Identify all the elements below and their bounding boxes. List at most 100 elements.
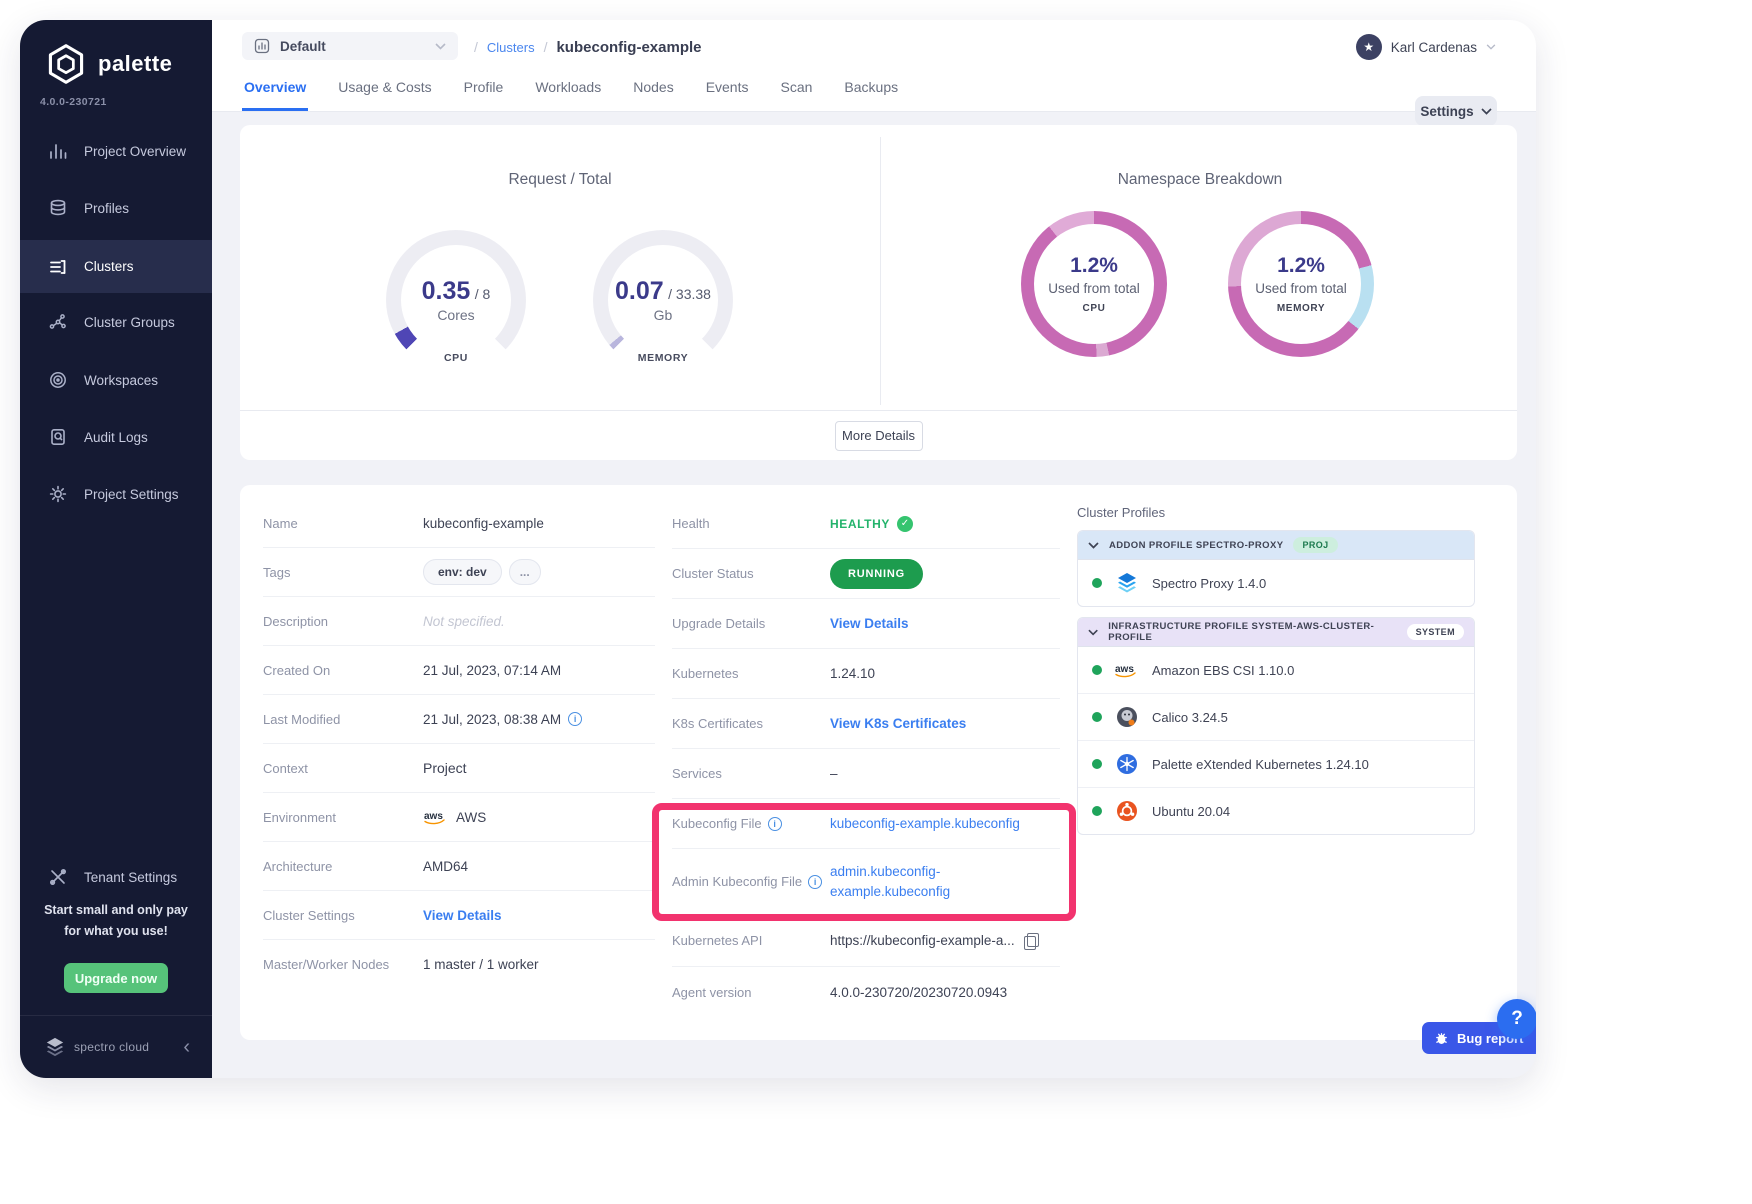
cpu-request-gauge: 0.35 / 8 Cores CPU xyxy=(386,230,526,370)
row-label: Master/Worker Nodes xyxy=(263,957,423,972)
project-selector[interactable]: Default xyxy=(242,32,458,60)
user-menu[interactable]: ★ Karl Cardenas xyxy=(1356,34,1496,60)
copy-icon[interactable] xyxy=(1022,931,1040,951)
cpu-unit: Cores xyxy=(437,307,474,323)
cluster-name-value: kubeconfig-example xyxy=(423,516,544,531)
sidebar-item-label: Cluster Groups xyxy=(84,315,175,330)
row-label: Architecture xyxy=(263,859,423,874)
addon-profile-header[interactable]: ADDON PROFILE SPECTRO-PROXY PROJ xyxy=(1078,531,1474,559)
profile-layer-ubuntu[interactable]: Ubuntu 20.04 xyxy=(1078,787,1474,834)
services-value: – xyxy=(830,766,838,781)
breadcrumb: / Clusters / kubeconfig-example xyxy=(474,36,702,58)
tab-backups[interactable]: Backups xyxy=(842,69,900,111)
info-icon[interactable]: i xyxy=(568,712,582,726)
architecture-value: AMD64 xyxy=(423,859,468,874)
tag-overflow-chip[interactable]: ... xyxy=(509,559,541,585)
collapse-sidebar-icon[interactable]: ‹ xyxy=(183,1037,190,1057)
sidebar-item-project-settings[interactable]: Project Settings xyxy=(20,472,212,516)
breadcrumb-clusters-link[interactable]: Clusters xyxy=(487,40,535,55)
profile-layer-name: Spectro Proxy 1.4.0 xyxy=(1152,576,1266,591)
infrastructure-profile-header[interactable]: INFRASTRUCTURE PROFILE SYSTEM-AWS-CLUSTE… xyxy=(1078,618,1474,646)
details-left-column: Name kubeconfig-example Tags env: dev ..… xyxy=(263,499,655,989)
sidebar-item-label: Workspaces xyxy=(84,373,158,388)
help-button[interactable]: ? xyxy=(1497,999,1536,1039)
kubeconfig-file-link[interactable]: kubeconfig-example.kubeconfig xyxy=(830,816,1020,831)
detail-row-upgrade-details: Upgrade Details View Details xyxy=(672,599,1060,649)
tab-nodes[interactable]: Nodes xyxy=(631,69,675,111)
sidebar-item-audit-logs[interactable]: Audit Logs xyxy=(20,415,212,459)
header: Default / Clusters / kubeconfig-example … xyxy=(212,20,1536,112)
tab-events[interactable]: Events xyxy=(704,69,751,111)
profile-layer-calico[interactable]: Calico 3.24.5 xyxy=(1078,693,1474,740)
info-icon[interactable]: i xyxy=(808,875,822,889)
profile-layer-spectro-proxy[interactable]: Spectro Proxy 1.4.0 xyxy=(1078,559,1474,606)
memory-gauge-value-row: 0.07 / 33.38 xyxy=(615,277,711,306)
memory-unit: Gb xyxy=(654,307,673,323)
upgrade-promo: Start small and only pay for what you us… xyxy=(20,900,212,942)
bar-chart-icon xyxy=(48,141,68,161)
details-middle-column: Health HEALTHY ✓ Cluster Status RUNNING … xyxy=(672,499,1060,1017)
kubernetes-logo-icon xyxy=(1114,753,1140,775)
status-dot xyxy=(1092,665,1102,675)
row-label: Admin Kubeconfig File xyxy=(672,874,802,889)
sidebar-item-clusters[interactable]: Clusters xyxy=(20,240,212,293)
upgrade-now-button[interactable]: Upgrade now xyxy=(64,963,168,993)
running-status-badge[interactable]: RUNNING xyxy=(830,559,923,589)
sidebar-item-profiles[interactable]: Profiles xyxy=(20,186,212,230)
logo-text: palette xyxy=(98,51,172,77)
profile-layer-palette-extended-kubernetes[interactable]: Palette eXtended Kubernetes 1.24.10 xyxy=(1078,740,1474,787)
question-mark-glyph: ? xyxy=(1511,1008,1523,1029)
settings-button[interactable]: Settings xyxy=(1415,96,1497,126)
tab-profile[interactable]: Profile xyxy=(462,69,506,111)
admin-kubeconfig-file-link[interactable]: admin.kubeconfig-example.kubeconfig xyxy=(830,862,1005,902)
project-selector-value: Default xyxy=(280,39,425,54)
info-icon[interactable]: i xyxy=(768,817,782,831)
cpu-total-value: 8 xyxy=(483,286,491,302)
metrics-card-footer: More Details xyxy=(240,410,1517,460)
gear-icon xyxy=(48,484,68,504)
project-scope-icon xyxy=(254,38,270,54)
detail-row-name: Name kubeconfig-example xyxy=(263,499,655,548)
memory-request-gauge: 0.07 / 33.38 Gb MEMORY xyxy=(593,230,733,370)
context-value: Project xyxy=(423,760,467,776)
sidebar-item-project-overview[interactable]: Project Overview xyxy=(20,129,212,173)
detail-row-k8s-certificates: K8s Certificates View K8s Certificates xyxy=(672,699,1060,749)
tab-overview[interactable]: Overview xyxy=(242,69,308,111)
sidebar-item-cluster-groups[interactable]: Cluster Groups xyxy=(20,300,212,344)
svg-text:aws: aws xyxy=(424,811,443,822)
profile-layer-name: Calico 3.24.5 xyxy=(1152,710,1228,725)
sidebar-footer: spectro cloud ‹ xyxy=(20,1015,212,1078)
sidebar-item-label: Profiles xyxy=(84,201,129,216)
sidebar-item-workspaces[interactable]: Workspaces xyxy=(20,358,212,402)
network-icon xyxy=(48,312,68,332)
description-value: Not specified. xyxy=(423,614,505,629)
addon-profile-header-label: ADDON PROFILE SPECTRO-PROXY xyxy=(1109,540,1283,551)
profile-layer-amazon-ebs-csi[interactable]: aws Amazon EBS CSI 1.10.0 xyxy=(1078,646,1474,693)
cluster-profiles-panel: Cluster Profiles ADDON PROFILE SPECTRO-P… xyxy=(1077,505,1477,835)
chevron-down-icon xyxy=(1486,44,1496,50)
chevron-down-icon xyxy=(1481,108,1492,115)
cluster-settings-link[interactable]: View Details xyxy=(423,908,502,923)
svg-text:aws: aws xyxy=(1115,664,1134,675)
overview-metrics-card: Request / Total 0.35 / 8 Cores CPU 0.07 xyxy=(240,125,1517,460)
more-details-button[interactable]: More Details xyxy=(835,421,923,451)
namespace-cpu-percent: 1.2% xyxy=(1070,254,1118,278)
spectro-cloud-logo-icon xyxy=(44,1037,66,1057)
status-dot xyxy=(1092,806,1102,816)
detail-row-description: Description Not specified. xyxy=(263,597,655,646)
health-status: HEALTHY xyxy=(830,517,890,531)
tab-usage-costs[interactable]: Usage & Costs xyxy=(336,69,433,111)
ubuntu-logo-icon xyxy=(1114,800,1140,822)
profile-layer-name: Amazon EBS CSI 1.10.0 xyxy=(1152,663,1294,678)
chevron-down-icon xyxy=(1088,542,1099,549)
tag-chip[interactable]: env: dev xyxy=(423,559,502,585)
row-label: Services xyxy=(672,766,830,781)
sidebar-item-tenant-settings[interactable]: Tenant Settings xyxy=(20,855,212,899)
view-k8s-certificates-link[interactable]: View K8s Certificates xyxy=(830,716,966,731)
kubernetes-api-value: https://kubeconfig-example-a... xyxy=(830,933,1015,948)
tab-scan[interactable]: Scan xyxy=(779,69,815,111)
row-label: Cluster Status xyxy=(672,566,830,581)
upgrade-details-link[interactable]: View Details xyxy=(830,616,909,631)
tab-workloads[interactable]: Workloads xyxy=(533,69,603,111)
check-icon: ✓ xyxy=(897,516,913,532)
